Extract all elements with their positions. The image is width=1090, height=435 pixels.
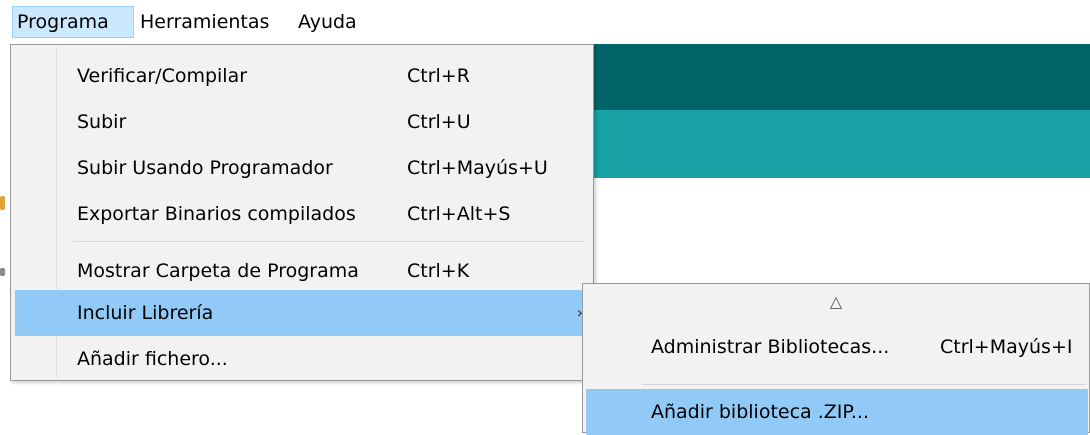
- menu-item-shortcut: Ctrl+Alt+S: [407, 203, 511, 225]
- menu-item-label: Añadir fichero...: [77, 348, 228, 370]
- editor-margin-mark: [0, 196, 5, 210]
- menu-item-label: Añadir biblioteca .ZIP...: [651, 401, 869, 423]
- menu-item-subir[interactable]: Subir Ctrl+U: [15, 99, 589, 145]
- menu-item-label: Administrar Bibliotecas...: [651, 336, 890, 358]
- menu-ayuda[interactable]: Ayuda: [294, 6, 361, 38]
- editor-toolbar-light: [590, 110, 1090, 178]
- menu-bar: Programa Herramientas Ayuda: [0, 0, 1090, 44]
- menu-item-exportar-binarios[interactable]: Exportar Binarios compilados Ctrl+Alt+S: [15, 191, 589, 237]
- menu-item-incluir-libreria[interactable]: Incluir Librería ›: [15, 290, 589, 336]
- menu-item-label: Mostrar Carpeta de Programa: [77, 260, 359, 282]
- editor-margin-mark: [0, 268, 5, 276]
- menu-separator: [73, 241, 585, 242]
- menu-item-shortcut: Ctrl+U: [407, 111, 471, 133]
- menu-item-anadir-fichero[interactable]: Añadir fichero...: [15, 336, 589, 382]
- menu-item-shortcut: Ctrl+K: [407, 260, 470, 282]
- menu-separator: [642, 384, 1086, 385]
- editor-toolbar-dark: [590, 44, 1090, 110]
- incluir-libreria-submenu: △ Administrar Bibliotecas... Ctrl+Mayús+…: [582, 283, 1090, 435]
- menu-item-shortcut: Ctrl+R: [407, 65, 470, 87]
- menu-item-verificar-compilar[interactable]: Verificar/Compilar Ctrl+R: [15, 53, 589, 99]
- submenu-item-administrar-bibliotecas[interactable]: Administrar Bibliotecas... Ctrl+Mayús+I: [586, 324, 1088, 370]
- menu-herramientas[interactable]: Herramientas: [136, 6, 273, 38]
- menu-item-label: Subir: [77, 111, 127, 133]
- menu-item-label: Subir Usando Programador: [77, 157, 333, 179]
- submenu-item-anadir-zip[interactable]: Añadir biblioteca .ZIP...: [586, 389, 1088, 435]
- menu-item-shortcut: Ctrl+Mayús+I: [940, 336, 1073, 358]
- menu-item-shortcut: Ctrl+Mayús+U: [407, 157, 548, 179]
- menu-item-label: Exportar Binarios compilados: [77, 203, 356, 225]
- scroll-up-icon[interactable]: △: [583, 286, 1089, 318]
- menu-item-label: Verificar/Compilar: [77, 65, 248, 87]
- menu-item-label: Incluir Librería: [77, 302, 214, 324]
- menu-item-subir-programador[interactable]: Subir Usando Programador Ctrl+Mayús+U: [15, 145, 589, 191]
- programa-dropdown: Verificar/Compilar Ctrl+R Subir Ctrl+U S…: [10, 44, 594, 381]
- menu-item-mostrar-carpeta[interactable]: Mostrar Carpeta de Programa Ctrl+K: [15, 248, 589, 294]
- menu-programa[interactable]: Programa: [12, 6, 134, 38]
